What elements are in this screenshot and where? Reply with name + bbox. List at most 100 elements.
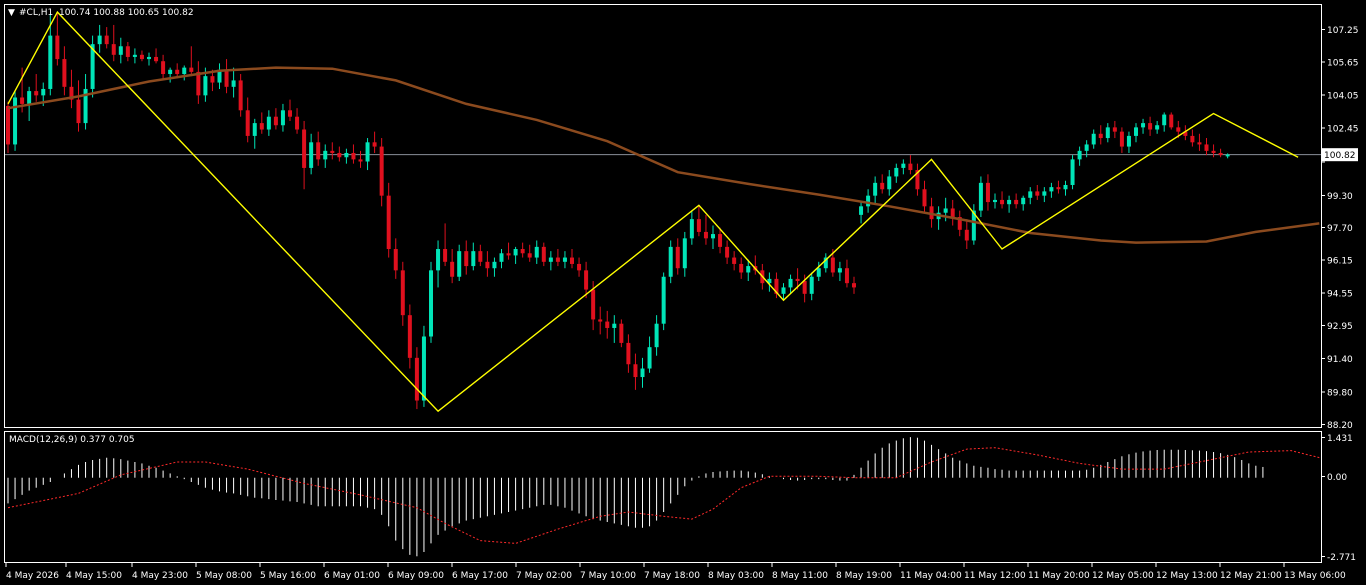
candle-body	[562, 257, 567, 262]
candle-body	[591, 289, 596, 320]
time-tick-label: 12 May 05:00	[1092, 571, 1154, 581]
candle-body	[97, 35, 102, 45]
candle-body	[421, 336, 426, 401]
current-price-label: 100.82	[1324, 151, 1356, 161]
candle-body	[866, 195, 871, 207]
candle-body	[739, 263, 744, 273]
candle-body	[393, 249, 398, 271]
candle-body	[1218, 152, 1223, 156]
candle-body	[182, 67, 187, 75]
candle-body	[450, 261, 455, 277]
candle-body	[598, 319, 603, 322]
candle-body	[534, 246, 539, 258]
candle-body	[351, 152, 356, 160]
time-tick-label: 4 May 15:00	[66, 571, 122, 581]
candle-body	[908, 163, 913, 171]
candle-body	[41, 88, 46, 96]
candle-body	[175, 69, 180, 75]
price-tick-label: 97.70	[1327, 224, 1353, 234]
time-tick-label: 4 May 2026	[6, 571, 59, 581]
time-tick-label: 6 May 01:00	[324, 571, 380, 581]
candle-body	[633, 364, 638, 378]
candle-body	[386, 195, 391, 250]
candle-body	[506, 253, 511, 256]
candle	[90, 35, 95, 98]
macd-title: MACD(12,26,9) 0.377 0.705	[9, 435, 135, 445]
candle-body	[1098, 133, 1103, 139]
candle-body	[316, 142, 321, 160]
candle-body	[795, 278, 800, 282]
candle-body	[407, 315, 412, 358]
chart-menu-icon[interactable]: ▼	[8, 8, 15, 18]
candle	[1169, 112, 1174, 130]
candle-body	[781, 287, 786, 294]
macd-tick-label: 0.00	[1327, 473, 1347, 483]
candle-body	[654, 323, 659, 348]
candle-body	[612, 323, 617, 328]
candle-body	[400, 270, 405, 316]
candle-body	[337, 152, 342, 158]
candle-body	[1148, 123, 1153, 130]
time-tick-label: 12 May 13:00	[1156, 571, 1218, 581]
candle-body	[1176, 127, 1181, 132]
trading-chart: 107.25 105.65 104.05 102.45 99.30 97.70 96.15 9…	[0, 0, 1366, 585]
candle	[668, 240, 673, 284]
candle-body	[55, 35, 60, 60]
candle-body	[224, 69, 229, 87]
candle-body	[147, 56, 151, 60]
candle-body	[887, 176, 892, 190]
candle-body	[1021, 197, 1026, 205]
candle-body	[414, 357, 419, 401]
candle-body	[457, 251, 462, 277]
time-tick-label: 13 May 06:00	[1284, 571, 1346, 581]
candle-body	[280, 110, 285, 126]
candle-body	[499, 253, 504, 262]
candle-body	[478, 251, 483, 262]
candle-body	[189, 67, 194, 72]
candle-body	[330, 150, 335, 153]
candle-body	[732, 257, 737, 264]
candle-body	[711, 234, 715, 239]
price-tick-label: 89.80	[1327, 389, 1353, 399]
candle-body	[922, 189, 927, 207]
candle-body	[809, 276, 814, 294]
candle-body	[1141, 123, 1146, 128]
candle-body	[139, 54, 144, 60]
candle-body	[1091, 133, 1096, 145]
price-tick-label: 92.95	[1327, 322, 1353, 332]
candle-body	[161, 61, 166, 75]
candle-body	[471, 251, 476, 267]
candle-body	[675, 246, 680, 269]
candle-body	[880, 182, 885, 190]
candle-body	[1112, 127, 1117, 132]
candle-body	[288, 110, 292, 117]
time-tick-label: 4 May 23:00	[132, 571, 188, 581]
candle-body	[6, 106, 10, 145]
time-tick-label: 11 May 12:00	[964, 571, 1026, 581]
candle-body	[873, 182, 878, 196]
candle-body	[464, 251, 469, 267]
candle-body	[1126, 135, 1131, 147]
candle-body	[640, 368, 645, 378]
candle-body	[372, 142, 377, 147]
price-tick-label: 91.40	[1327, 355, 1353, 365]
candle-body	[485, 261, 490, 269]
candle-body	[619, 323, 624, 343]
candle-body	[443, 249, 448, 262]
candle-body	[231, 80, 236, 87]
macd-tick-label: 1.431	[1327, 434, 1353, 444]
candle-body	[273, 116, 278, 126]
candle-body	[1042, 191, 1047, 196]
candle-body	[1169, 114, 1174, 128]
candle-body	[1155, 125, 1160, 130]
time-tick-label: 5 May 16:00	[260, 571, 316, 581]
price-tick-label: 102.45	[1327, 125, 1359, 135]
candle-body	[718, 234, 723, 247]
candle-body	[725, 246, 730, 258]
candle-body	[555, 257, 560, 262]
candle-body	[1077, 150, 1082, 160]
time-tick-label: 5 May 08:00	[196, 571, 252, 581]
candle-body	[104, 35, 109, 45]
candle-body	[125, 46, 130, 57]
candle-body	[27, 91, 32, 104]
